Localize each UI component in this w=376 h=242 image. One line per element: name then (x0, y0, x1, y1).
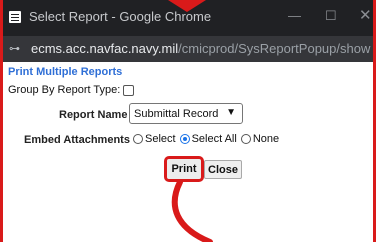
address-bar[interactable]: ⊶ ecms.acc.navfac.navy.mil/cmicprod/SysR… (3, 36, 373, 62)
close-window-button[interactable]: ✕ (359, 6, 372, 24)
minimize-button[interactable]: — (288, 8, 301, 23)
report-name-value: Submittal Record (134, 107, 219, 120)
site-info-icon[interactable]: ⊶ (9, 42, 24, 56)
page-heading: Print Multiple Reports (8, 66, 123, 78)
maximize-button[interactable]: ☐ (325, 8, 337, 24)
page-content: Print Multiple Reports Group By Report T… (3, 62, 373, 242)
radio-select-all[interactable] (179, 134, 190, 144)
url-host: ecms.acc.navfac.navy.mil (31, 41, 179, 56)
close-button[interactable]: Close (204, 160, 242, 179)
popup-window: Select Report - Google Chrome — ☐ ✕ ⊶ ec… (0, 0, 376, 242)
window-title: Select Report - Google Chrome (29, 9, 212, 24)
url-path: /cmicprod/SysReportPopup/showR... (178, 41, 371, 56)
print-button[interactable]: Print (164, 156, 204, 182)
radio-select-label[interactable]: Select (145, 133, 176, 145)
report-name-select[interactable]: Submittal Record ▼ (129, 103, 243, 124)
url-text[interactable]: ecms.acc.navfac.navy.mil/cmicprod/SysRep… (31, 41, 371, 56)
group-by-row: Group By Report Type: (8, 84, 135, 96)
chevron-down-icon: ▼ (226, 107, 236, 118)
report-name-label: Report Name (59, 109, 128, 121)
radio-none-label[interactable]: None (253, 133, 279, 145)
window-menu-icon[interactable] (9, 11, 21, 23)
embed-attachments-options: Select Select All None (133, 133, 283, 145)
group-by-label: Group By Report Type: (8, 84, 121, 96)
radio-select[interactable] (133, 134, 143, 144)
title-bar: Select Report - Google Chrome — ☐ ✕ (3, 0, 373, 36)
radio-select-all-label[interactable]: Select All (192, 133, 237, 145)
group-by-checkbox[interactable] (123, 84, 135, 96)
embed-attachments-label: Embed Attachments (24, 134, 130, 146)
radio-none[interactable] (240, 134, 251, 144)
